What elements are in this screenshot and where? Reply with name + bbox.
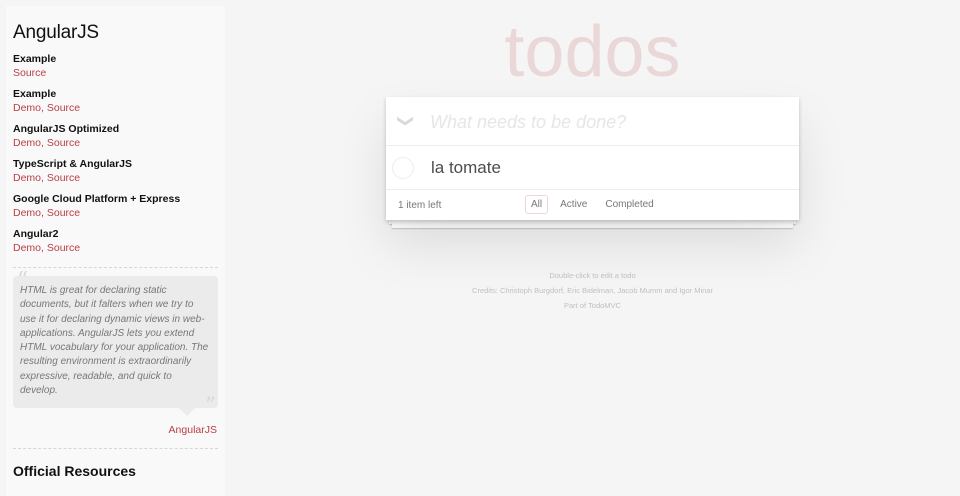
source-link[interactable]: Source [47, 242, 80, 254]
demo-link[interactable]: Demo [13, 172, 41, 184]
example-name: AngularJS Optimized [13, 123, 120, 135]
filter-all[interactable]: All [525, 195, 549, 214]
close-quote-icon: ” [204, 394, 216, 420]
todo-item: la tomate [386, 146, 799, 190]
quote-author-link[interactable]: AngularJS [169, 424, 217, 436]
todo-count: 1 item left [398, 200, 442, 211]
info-hint: Double-click to edit a todo [549, 271, 636, 280]
source-link[interactable]: Source [47, 172, 80, 184]
official-resources-heading: Official Resources [13, 463, 136, 480]
example-item: AngularJS Optimized Demo, Source [13, 122, 218, 150]
todo-label[interactable]: la tomate [431, 158, 501, 178]
quote-tail [178, 407, 196, 417]
new-todo-input[interactable] [430, 107, 790, 137]
example-name: TypeScript & AngularJS [13, 158, 133, 170]
example-item: Example Source [13, 52, 218, 80]
sidebar-title: AngularJS [13, 22, 99, 43]
example-list: Example Source Example Demo, Source Angu… [13, 52, 218, 255]
example-item: Google Cloud Platform + Express Demo, So… [13, 192, 218, 220]
example-name: Example [13, 88, 57, 100]
source-link[interactable]: Source [47, 102, 80, 114]
quote-text: HTML is great for declaring static docum… [13, 276, 218, 409]
example-name: Angular2 [13, 228, 59, 240]
todo-checkbox[interactable] [392, 157, 414, 179]
filter-completed[interactable]: Completed [599, 195, 659, 214]
divider [13, 448, 218, 450]
toggle-all-chevron-icon[interactable]: ❯ [395, 112, 415, 130]
example-name: Example [13, 53, 57, 65]
app-title: todos [504, 12, 681, 92]
quote-block: “ HTML is great for declaring static doc… [13, 268, 218, 418]
todo-app: ❯ la tomate 1 item left All Active Compl… [386, 97, 799, 228]
source-link[interactable]: Source [47, 137, 80, 149]
filters: All Active Completed [525, 195, 666, 214]
info-part-of: Part of TodoMVC [564, 301, 621, 310]
quote-author: AngularJS [13, 424, 218, 436]
demo-link[interactable]: Demo [13, 137, 41, 149]
source-link[interactable]: Source [13, 67, 46, 79]
example-item: Example Demo, Source [13, 87, 218, 115]
todo-header: ❯ [386, 97, 799, 146]
demo-link[interactable]: Demo [13, 102, 41, 114]
todo-list: la tomate [386, 146, 799, 190]
source-link[interactable]: Source [47, 207, 80, 219]
info-footer: Double-click to edit a todo Credits: Chr… [386, 268, 799, 313]
demo-link[interactable]: Demo [13, 242, 41, 254]
sidebar: AngularJS Example Source Example Demo, S… [6, 6, 225, 496]
divider [13, 267, 218, 268]
filter-active[interactable]: Active [554, 195, 593, 214]
example-item: TypeScript & AngularJS Demo, Source [13, 157, 218, 185]
example-name: Google Cloud Platform + Express [13, 193, 181, 205]
example-item: Angular2 Demo, Source [13, 227, 218, 255]
demo-link[interactable]: Demo [13, 207, 41, 219]
info-credits: Credits: Christoph Burgdorf, Eric Bidelm… [472, 286, 713, 295]
open-quote-icon: “ [17, 268, 29, 293]
todo-footer: 1 item left All Active Completed [386, 174, 799, 228]
